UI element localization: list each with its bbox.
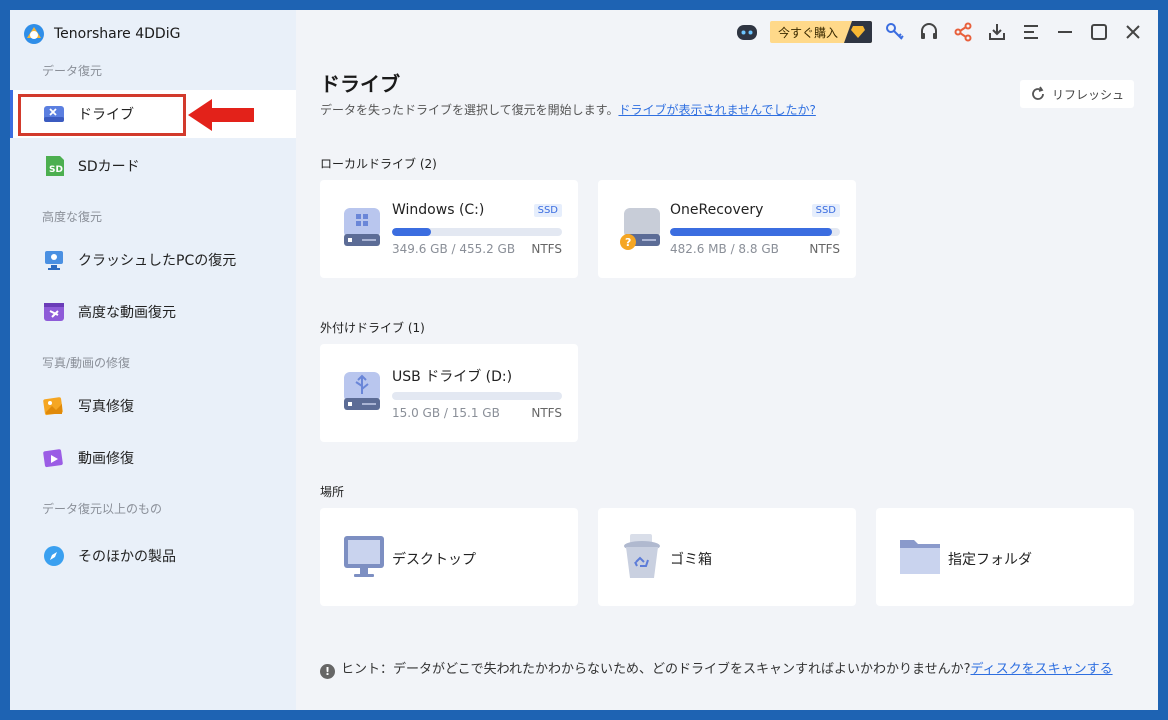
drive-icon <box>44 106 64 122</box>
share-icon[interactable] <box>952 21 974 43</box>
sidebar-item-photo-repair[interactable]: 写真修復 <box>10 382 296 430</box>
sidebar-item-video-repair[interactable]: 動画修復 <box>10 434 296 482</box>
scan-disk-link[interactable]: ディスクをスキャンする <box>970 662 1112 677</box>
drive-card-onerecovery[interactable]: ? OneRecovery SSD 482.6 MB / 8.8 GB NTFS <box>598 180 856 278</box>
arrow-left-icon <box>188 99 254 131</box>
buy-now-button[interactable]: 今すぐ購入 <box>769 21 872 43</box>
buy-now-label: 今すぐ購入 <box>777 25 838 40</box>
location-label: デスクトップ <box>392 552 476 568</box>
photo-repair-icon <box>43 397 63 416</box>
svg-text:SD: SD <box>49 165 63 175</box>
advanced-video-icon <box>44 303 64 321</box>
sidebar-item-label: そのほかの製品 <box>78 549 176 565</box>
page-subtitle: データを失ったドライブを選択して復元を開始します。ドライブが表示されませんでした… <box>320 101 816 118</box>
section-label-beyond-recovery: データ復元以上のもの <box>42 502 163 516</box>
sidebar-item-label: ドライブ <box>78 107 134 123</box>
ssd-badge: SSD <box>811 204 840 217</box>
drive-size: 349.6 GB / 455.2 GB <box>392 242 516 256</box>
refresh-icon <box>1032 86 1044 100</box>
svg-text:?: ? <box>625 236 631 249</box>
download-icon[interactable] <box>986 21 1008 43</box>
desktop-icon <box>344 536 384 577</box>
local-drives-label: ローカルドライブ (2) <box>320 157 437 171</box>
external-drives-label: 外付けドライブ (1) <box>320 321 425 335</box>
drive-filesystem: NTFS <box>531 242 562 256</box>
hint-text: ヒント：データがどこで失われたかわからないため、どのドライブをスキャンすればよい… <box>341 662 971 677</box>
app-logo-icon <box>24 24 44 44</box>
ssd-badge: SSD <box>533 204 562 217</box>
sidebar: Tenorshare 4DDiG データ復元 ドライブ SD SDカード 高度な… <box>10 10 296 710</box>
robot-assistant-icon[interactable] <box>736 21 758 43</box>
drive-name: Windows (C:) <box>392 202 485 218</box>
drive-usage-fill <box>392 228 432 236</box>
location-label: ゴミ箱 <box>670 552 712 568</box>
drive-usage-bar <box>392 228 562 236</box>
sidebar-item-label: 高度な動画復元 <box>78 305 176 321</box>
app-title: Tenorshare 4DDiG <box>54 26 181 42</box>
drive-usage-fill <box>670 228 832 236</box>
drive-usage-bar <box>670 228 840 236</box>
hard-drive-icon <box>344 208 380 246</box>
location-label: 指定フォルダ <box>948 552 1032 568</box>
minimize-icon[interactable] <box>1054 21 1076 43</box>
sidebar-item-label: 写真修復 <box>78 399 134 415</box>
sd-card-icon: SD <box>46 156 64 176</box>
drive-card-usb[interactable]: USB ドライブ (D:) 15.0 GB / 15.1 GB NTFS <box>320 344 578 442</box>
sidebar-item-sd-card[interactable]: SD SDカード <box>10 142 296 190</box>
drive-name: OneRecovery <box>670 202 764 218</box>
close-icon[interactable] <box>1122 21 1144 43</box>
folder-icon <box>900 540 940 574</box>
sidebar-item-advanced-video[interactable]: 高度な動画復元 <box>10 288 296 336</box>
section-label-data-recovery: データ復元 <box>42 64 103 78</box>
location-card-desktop[interactable]: デスクトップ <box>320 508 578 606</box>
refresh-label: リフレッシュ <box>1051 87 1124 102</box>
drive-size: 482.6 MB / 8.8 GB <box>670 242 779 256</box>
crashed-pc-icon <box>45 251 63 270</box>
location-card-recycle-bin[interactable]: ゴミ箱 <box>598 508 856 606</box>
drive-size: 15.0 GB / 15.1 GB <box>392 406 500 420</box>
video-repair-icon <box>43 449 63 468</box>
drive-filesystem: NTFS <box>809 242 840 256</box>
maximize-icon[interactable] <box>1088 21 1110 43</box>
hint-bar: ! ヒント：データがどこで失われたかわからないため、どのドライブをスキャンすればよ… <box>320 660 1140 680</box>
location-card-folder[interactable]: 指定フォルダ <box>876 508 1134 606</box>
sidebar-item-other-products[interactable]: そのほかの製品 <box>10 532 296 580</box>
page-title: ドライブ <box>320 72 400 96</box>
recycle-bin-icon <box>624 534 660 578</box>
app-window: Tenorshare 4DDiG データ復元 ドライブ SD SDカード 高度な… <box>10 10 1158 710</box>
menu-icon[interactable] <box>1020 21 1042 43</box>
sidebar-item-label: クラッシュしたPCの復元 <box>78 253 237 269</box>
diamond-icon <box>844 21 872 43</box>
drive-filesystem: NTFS <box>531 406 562 420</box>
main-panel: 今すぐ購入 ドライブ データを失ったドライブを選択して復元を開始します。ドライブ… <box>296 10 1158 710</box>
sidebar-item-label: SDカード <box>78 159 140 175</box>
drive-card-windows[interactable]: Windows (C:) SSD 349.6 GB / 455.2 GB NTF… <box>320 180 578 278</box>
drive-usage-bar <box>392 392 562 400</box>
sidebar-item-crashed-pc[interactable]: クラッシュしたPCの復元 <box>10 236 296 284</box>
info-icon: ! <box>320 664 335 679</box>
brand: Tenorshare 4DDiG <box>22 22 180 46</box>
headset-icon[interactable] <box>918 21 940 43</box>
subtitle-text: データを失ったドライブを選択して復元を開始します。 <box>320 103 619 117</box>
title-bar: 今すぐ購入 <box>736 10 1158 54</box>
drive-name: USB ドライブ (D:) <box>392 369 513 385</box>
refresh-button[interactable]: リフレッシュ <box>1019 80 1134 108</box>
locations-label: 場所 <box>320 485 345 499</box>
key-icon[interactable] <box>884 21 906 43</box>
drive-not-shown-link[interactable]: ドライブが表示されませんでしたか? <box>618 103 815 117</box>
usb-drive-icon <box>344 372 380 410</box>
section-label-advanced-recovery: 高度な復元 <box>42 210 103 224</box>
section-label-photo-video-repair: 写真/動画の修復 <box>42 356 131 370</box>
hard-drive-warning-icon: ? <box>620 208 660 250</box>
sidebar-item-label: 動画修復 <box>78 451 134 467</box>
compass-icon <box>44 546 64 566</box>
